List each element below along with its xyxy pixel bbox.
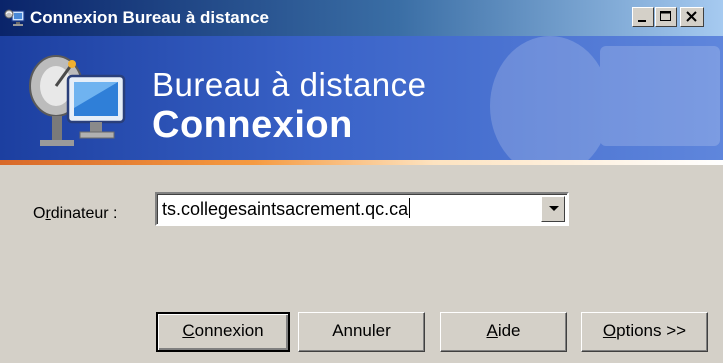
connect-button[interactable]: Connexion (156, 312, 290, 352)
window-title: Connexion Bureau à distance (30, 8, 269, 27)
computer-label-part: dinateur : (50, 205, 118, 222)
title-bar[interactable]: Connexion Bureau à distance (0, 0, 723, 36)
computer-label-part: O (33, 205, 46, 222)
computer-input[interactable]: ts.collegesaintsacrement.qc.ca (162, 198, 411, 220)
options-button[interactable]: Options >> (581, 312, 708, 352)
header-banner: Bureau à distance Connexion (0, 36, 723, 160)
help-button-accelerator: A (486, 321, 498, 340)
computer-label: Ordinateur : (33, 205, 118, 223)
options-button-label: ptions >> (616, 321, 687, 340)
help-button[interactable]: Aide (440, 312, 567, 352)
monitor-watermark-icon (490, 36, 720, 160)
banner-title-line2: Connexion (152, 104, 353, 146)
help-button-label: ide (497, 321, 521, 340)
maximize-button[interactable] (655, 7, 677, 27)
computer-combobox[interactable]: ts.collegesaintsacrement.qc.ca (155, 192, 569, 226)
connect-button-label: onnexion (194, 321, 264, 340)
cancel-button-label: Annuler (332, 321, 391, 340)
banner-accent-stripe (0, 160, 723, 165)
computer-input-value: ts.collegesaintsacrement.qc.ca (162, 199, 409, 219)
combobox-dropdown-button[interactable] (541, 196, 565, 222)
remote-desktop-small-icon (4, 8, 26, 28)
remote-desktop-icon (22, 46, 132, 160)
remote-desktop-dialog: Connexion Bureau à distance Bureau à dis… (0, 0, 723, 363)
close-icon (686, 11, 697, 22)
cancel-button[interactable]: Annuler (298, 312, 425, 352)
maximize-icon (660, 11, 671, 21)
chevron-down-icon (549, 206, 559, 211)
options-button-accelerator: O (602, 321, 617, 340)
text-caret (409, 198, 411, 218)
close-button[interactable] (680, 7, 704, 27)
banner-title-line1: Bureau à distance (152, 66, 427, 103)
minimize-icon (638, 20, 646, 22)
connect-button-accelerator: C (182, 321, 195, 340)
minimize-button[interactable] (632, 7, 654, 27)
